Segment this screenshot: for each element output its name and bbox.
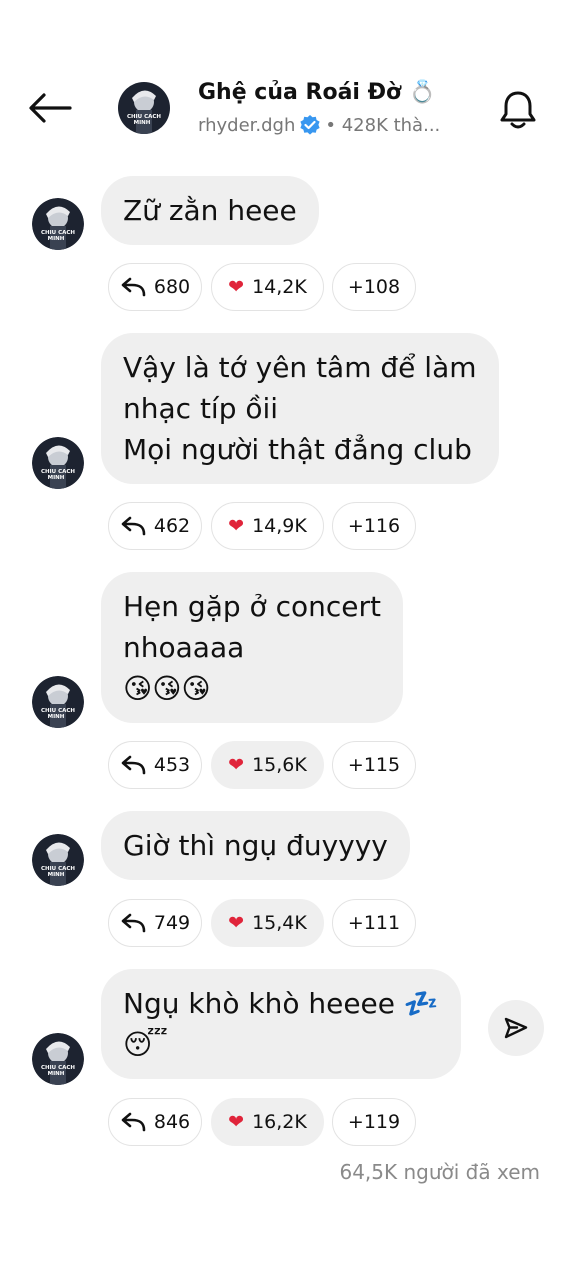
more-reactions-button[interactable]: +119 <box>332 1098 416 1146</box>
arrow-left-icon <box>29 93 72 123</box>
reply-arrow-icon <box>120 516 146 536</box>
like-button[interactable]: ❤ 14,2K <box>211 263 324 311</box>
message-bubble[interactable]: Zữ zằn heee <box>101 176 319 245</box>
sender-avatar[interactable]: CHIU CACH MINH <box>32 1033 84 1085</box>
message-line: nhoaaaa <box>123 631 245 664</box>
channel-subtitle: rhyder.dgh • 428K thà... <box>198 114 440 136</box>
sender-avatar[interactable]: CHIU CACH MINH <box>32 198 84 250</box>
message-line: Vậy là tớ yên tâm để làm <box>123 351 477 384</box>
more-reactions-button[interactable]: +108 <box>332 263 416 311</box>
svg-text:MINH: MINH <box>134 120 151 126</box>
like-count: 16,2K <box>252 1111 307 1133</box>
heart-icon: ❤ <box>228 912 245 934</box>
reply-count: 680 <box>153 276 191 298</box>
reply-count: 749 <box>153 912 191 934</box>
channel-handle: rhyder.dgh <box>198 114 296 136</box>
heart-icon: ❤ <box>228 276 245 298</box>
like-button[interactable]: ❤ 16,2K <box>211 1098 324 1146</box>
view-count: 64,5K người đã xem <box>339 1160 540 1184</box>
heart-icon: ❤ <box>228 1111 245 1133</box>
message-line: Hẹn gặp ở concert <box>123 590 381 623</box>
message-line: Zữ zằn heee <box>123 194 297 227</box>
message-bubble[interactable]: Ngụ khò khò heeee 💤 😴 <box>101 969 461 1079</box>
reply-arrow-icon <box>120 1112 146 1132</box>
reply-count: 846 <box>153 1111 191 1133</box>
message-line: 😘😘😘 <box>123 672 211 705</box>
avatar-caption: MINH <box>48 1071 65 1077</box>
channel-avatar[interactable]: CHIU CACH MINH <box>118 82 170 134</box>
reply-button[interactable]: 462 <box>108 502 202 550</box>
reply-button[interactable]: 453 <box>108 741 202 789</box>
like-count: 14,9K <box>252 515 307 537</box>
message-line: nhạc típ ồii <box>123 392 279 425</box>
avatar-caption: MINH <box>48 872 65 878</box>
send-button[interactable] <box>488 1000 544 1056</box>
message-line: Ngụ khò khò heeee 💤 <box>123 987 439 1020</box>
reactions-more-count: +119 <box>347 1111 401 1133</box>
reply-count: 462 <box>153 515 191 537</box>
channel-title[interactable]: Ghệ của Roái Đờ 💍 <box>198 80 436 105</box>
reactions-more-count: +116 <box>347 515 401 537</box>
reply-arrow-icon <box>120 277 146 297</box>
send-icon <box>504 1017 528 1039</box>
sender-avatar[interactable]: CHIU CACH MINH <box>32 676 84 728</box>
more-reactions-button[interactable]: +115 <box>332 741 416 789</box>
more-reactions-button[interactable]: +116 <box>332 502 416 550</box>
like-button[interactable]: ❤ 14,9K <box>211 502 324 550</box>
reply-arrow-icon <box>120 913 146 933</box>
message-line: 😴 <box>123 1028 168 1061</box>
message-bubble[interactable]: Vậy là tớ yên tâm để làm nhạc típ ồii Mọi … <box>101 333 499 484</box>
message-bubble[interactable]: Hẹn gặp ở concert nhoaaaa 😘😘😘 <box>101 572 403 723</box>
reactions-more-count: +111 <box>347 912 401 934</box>
message-line: Mọi người thật đẳng club <box>123 433 472 466</box>
reactions-more-count: +115 <box>347 754 401 776</box>
like-button[interactable]: ❤ 15,6K <box>211 741 324 789</box>
like-button[interactable]: ❤ 15,4K <box>211 899 324 947</box>
like-count: 15,4K <box>252 912 307 934</box>
notification-button[interactable] <box>494 86 542 134</box>
channel-header: CHIU CACH MINH Ghệ của Roái Đờ 💍 rhyder.… <box>0 70 576 150</box>
bell-icon <box>500 91 536 129</box>
heart-icon: ❤ <box>228 515 245 537</box>
sender-avatar[interactable]: CHIU CACH MINH <box>32 834 84 886</box>
like-count: 15,6K <box>252 754 307 776</box>
message-bubble[interactable]: Giờ thì ngụ đuyyyy <box>101 811 410 880</box>
reply-button[interactable]: 846 <box>108 1098 202 1146</box>
back-button[interactable] <box>26 88 74 128</box>
heart-icon: ❤ <box>228 754 245 776</box>
message-line: Giờ thì ngụ đuyyyy <box>123 829 388 862</box>
avatar-caption: MINH <box>48 236 65 242</box>
reply-arrow-icon <box>120 755 146 775</box>
reply-button[interactable]: 749 <box>108 899 202 947</box>
reply-button[interactable]: 680 <box>108 263 202 311</box>
verified-badge-icon <box>299 114 321 136</box>
more-reactions-button[interactable]: +111 <box>332 899 416 947</box>
follower-count: • 428K thà... <box>325 114 441 136</box>
avatar-caption: MINH <box>48 475 65 481</box>
reactions-more-count: +108 <box>347 276 401 298</box>
sender-avatar[interactable]: CHIU CACH MINH <box>32 437 84 489</box>
reply-count: 453 <box>153 754 191 776</box>
avatar-caption: MINH <box>48 714 65 720</box>
like-count: 14,2K <box>252 276 307 298</box>
